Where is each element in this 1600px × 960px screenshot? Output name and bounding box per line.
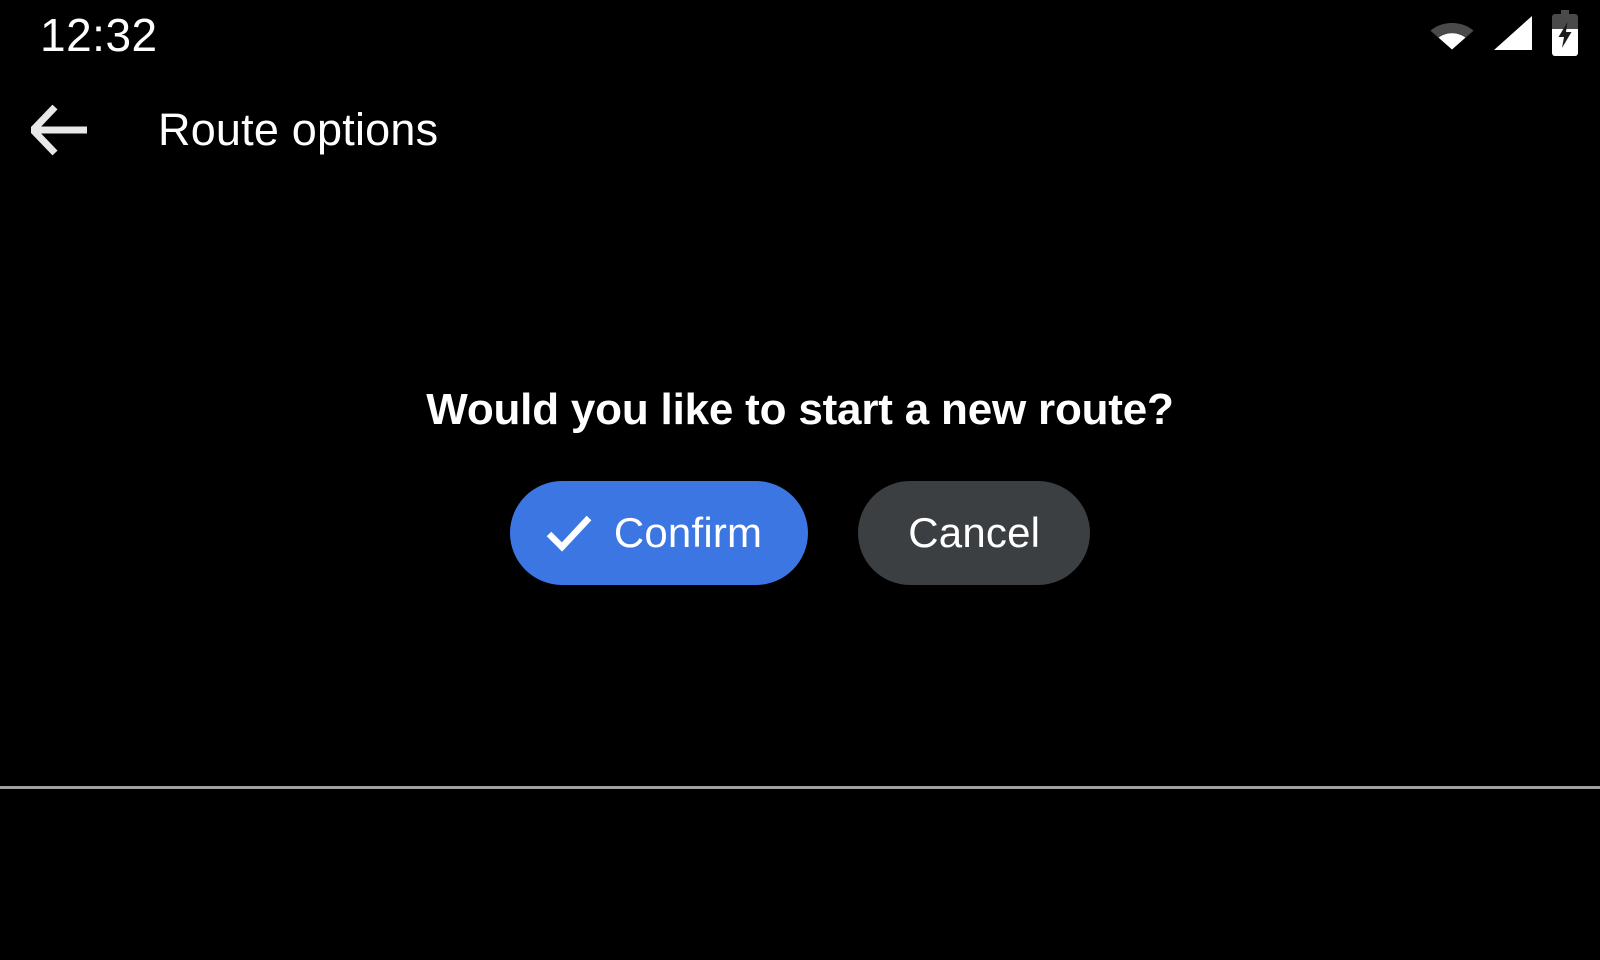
cellular-signal-icon [1490, 14, 1534, 52]
status-clock: 12:32 [40, 9, 158, 61]
android-auto-screen: 12:32 Route options Would you like to st… [0, 0, 1600, 960]
wifi-icon [1430, 16, 1474, 50]
route-confirmation-dialog: Would you like to start a new route? Con… [0, 182, 1600, 787]
back-arrow-icon [28, 103, 93, 157]
status-icon-group [1430, 10, 1580, 56]
confirm-button[interactable]: Confirm [509, 480, 809, 585]
back-button[interactable] [8, 78, 116, 182]
cancel-button-label: Cancel [908, 508, 1041, 556]
check-icon [546, 513, 592, 553]
confirm-button-label: Confirm [613, 508, 763, 556]
cancel-button[interactable]: Cancel [858, 480, 1091, 585]
dialog-action-row: Confirm Cancel [509, 480, 1091, 585]
bottom-nav-bar [0, 789, 1600, 960]
dialog-question-text: Would you like to start a new route? [426, 384, 1174, 434]
page-title: Route options [158, 104, 439, 155]
battery-charging-icon [1550, 10, 1580, 56]
page-header: Route options [0, 78, 1600, 182]
status-bar: 12:32 [0, 0, 1600, 70]
